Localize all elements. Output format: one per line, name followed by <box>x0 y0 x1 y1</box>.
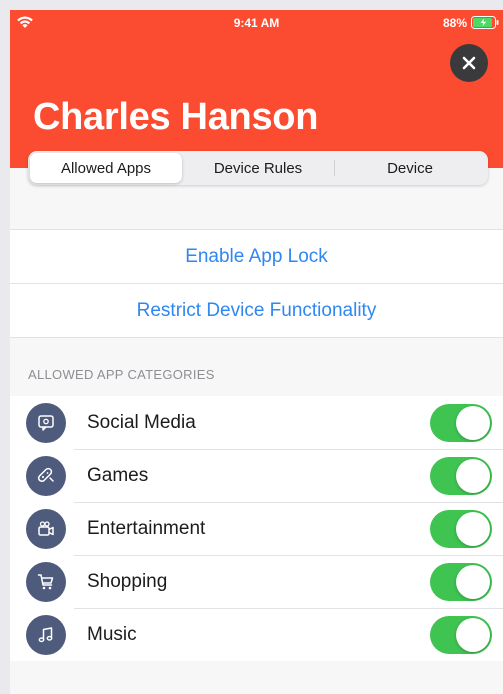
restrict-device-functionality-button[interactable]: Restrict Device Functionality <box>10 283 503 337</box>
toggle-knob <box>456 405 490 440</box>
category-list: Social Media Games Entertainment Shoppin… <box>10 396 503 661</box>
tab-device-rules[interactable]: Device Rules <box>182 153 334 183</box>
category-label: Music <box>87 623 137 645</box>
close-button[interactable] <box>450 44 488 82</box>
social-media-toggle[interactable] <box>430 403 492 442</box>
list-item: Games <box>10 449 503 502</box>
list-item: Music <box>10 608 503 661</box>
category-label: Shopping <box>87 570 168 592</box>
toggle-knob <box>456 564 490 599</box>
close-icon <box>462 56 476 70</box>
battery-charging-icon <box>471 16 499 29</box>
tab-device[interactable]: Device <box>334 153 486 183</box>
app-screen: 9:41 AM 88% Charles Hanson Allowed Apps … <box>10 10 503 694</box>
toggle-knob <box>456 617 490 652</box>
gamepad-icon <box>26 455 66 496</box>
list-item: Shopping <box>10 555 503 608</box>
status-time: 9:41 AM <box>233 16 280 30</box>
category-label: Social Media <box>87 411 196 433</box>
list-item: Entertainment <box>10 502 503 555</box>
category-label: Games <box>87 464 149 486</box>
page-title: Charles Hanson <box>33 96 319 138</box>
shopping-cart-icon <box>26 561 66 602</box>
video-camera-icon <box>26 508 66 549</box>
status-bar: 9:41 AM 88% <box>10 10 503 36</box>
social-media-icon <box>26 402 66 443</box>
header: 9:41 AM 88% Charles Hanson <box>10 10 503 168</box>
section-header: ALLOWED APP CATEGORIES <box>28 367 215 382</box>
tab-allowed-apps[interactable]: Allowed Apps <box>30 153 182 183</box>
tab-segmented-control: Allowed Apps Device Rules Device <box>28 151 488 185</box>
toggle-knob <box>456 458 490 493</box>
shopping-toggle[interactable] <box>430 562 492 601</box>
actions-group: Enable App Lock Restrict Device Function… <box>10 229 503 338</box>
list-item: Social Media <box>10 396 503 449</box>
music-toggle[interactable] <box>430 615 492 654</box>
enable-app-lock-button[interactable]: Enable App Lock <box>10 230 503 283</box>
category-label: Entertainment <box>87 517 206 539</box>
entertainment-toggle[interactable] <box>430 509 492 548</box>
music-note-icon <box>26 614 66 655</box>
games-toggle[interactable] <box>430 456 492 495</box>
battery-percentage: 88% <box>442 16 467 30</box>
toggle-knob <box>456 511 490 546</box>
